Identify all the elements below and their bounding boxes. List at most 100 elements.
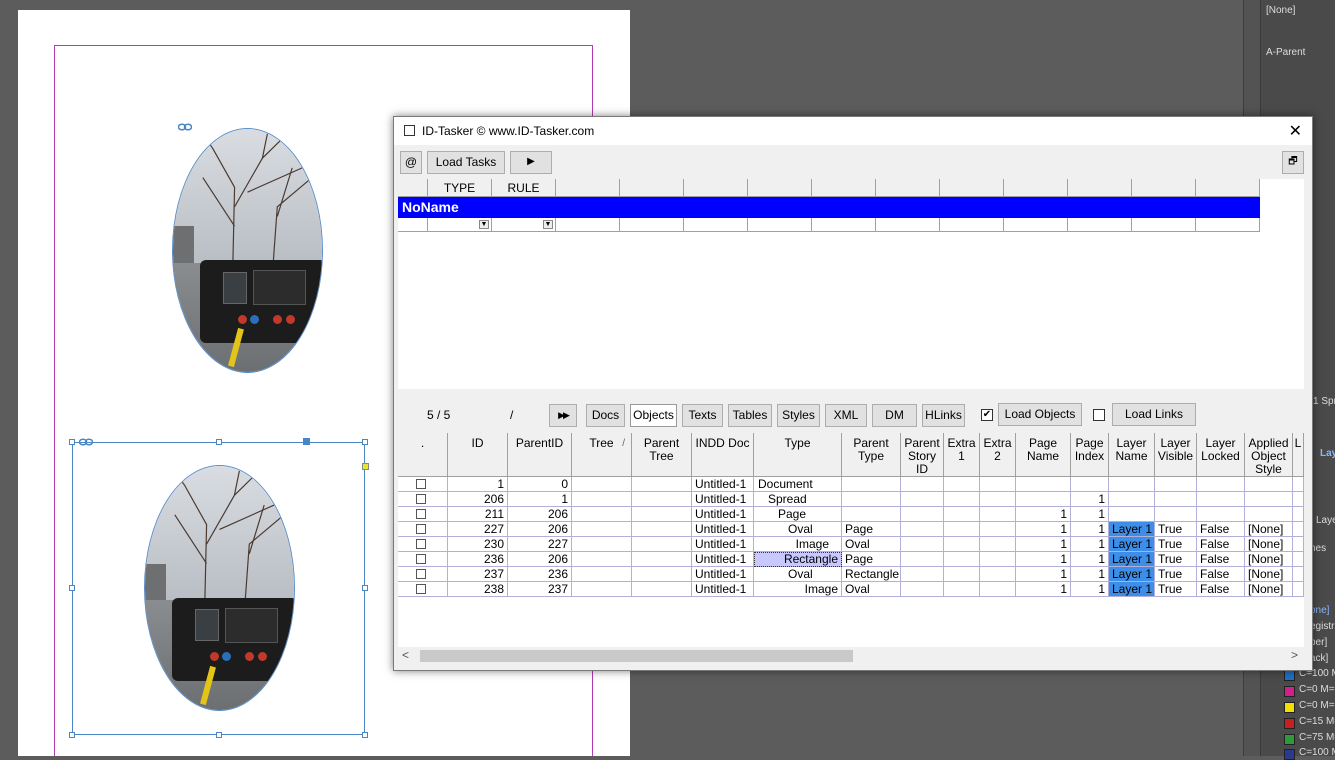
col-header-layer-visible[interactable]: Layer Visible	[1155, 433, 1197, 477]
col-header-indd-doc[interactable]: INDD Doc	[692, 433, 754, 477]
table-cell[interactable]	[901, 477, 944, 492]
task-cell[interactable]	[1196, 218, 1260, 232]
table-cell[interactable]: 1	[1016, 507, 1071, 522]
table-cell[interactable]	[944, 477, 980, 492]
table-cell[interactable]	[572, 507, 632, 522]
table-cell[interactable]: True	[1155, 582, 1197, 597]
row-checkbox-cell[interactable]	[398, 582, 448, 597]
table-cell[interactable]	[1293, 537, 1304, 552]
table-cell[interactable]: Image	[754, 537, 842, 552]
task-grid-header[interactable]: TYPE	[428, 179, 492, 197]
table-cell[interactable]	[842, 492, 901, 507]
table-cell[interactable]: Untitled-1	[692, 582, 754, 597]
scroll-left-icon[interactable]: <	[402, 648, 409, 662]
table-cell[interactable]	[632, 507, 692, 522]
col-header-parent-story-id[interactable]: Parent Story ID	[901, 433, 944, 477]
at-button[interactable]: @	[400, 151, 422, 174]
task-cell[interactable]	[1068, 218, 1132, 232]
table-cell[interactable]: False	[1197, 522, 1245, 537]
table-cell[interactable]: 1	[1071, 537, 1109, 552]
task-grid-header[interactable]	[876, 179, 940, 197]
oval-image-frame-bottom[interactable]	[144, 465, 295, 711]
table-cell[interactable]	[632, 522, 692, 537]
task-grid[interactable]: TYPE RULE NoName ▼ ▼	[398, 179, 1304, 389]
table-cell[interactable]	[1293, 492, 1304, 507]
swatch-label[interactable]: C=0 M=	[1299, 700, 1335, 711]
table-cell[interactable]: True	[1155, 537, 1197, 552]
table-cell[interactable]	[1245, 507, 1293, 522]
table-cell[interactable]	[1155, 492, 1197, 507]
col-header-select[interactable]: .	[398, 433, 448, 477]
table-cell[interactable]: Oval	[842, 582, 901, 597]
table-cell[interactable]: [None]	[1245, 537, 1293, 552]
table-cell[interactable]	[1155, 477, 1197, 492]
table-cell[interactable]	[980, 582, 1016, 597]
table-cell[interactable]	[901, 522, 944, 537]
table-cell[interactable]	[944, 522, 980, 537]
table-cell[interactable]: 1	[508, 492, 572, 507]
table-cell[interactable]	[1293, 582, 1304, 597]
table-cell[interactable]: Page	[842, 552, 901, 567]
row-checkbox[interactable]	[416, 539, 426, 549]
table-cell[interactable]: False	[1197, 537, 1245, 552]
table-cell[interactable]	[572, 492, 632, 507]
load-objects-checkbox[interactable]: ✔	[981, 409, 993, 421]
objects-grid[interactable]: . ID ParentID Tree / Parent Tree INDD Doc…	[398, 433, 1304, 663]
task-cell[interactable]	[556, 218, 620, 232]
table-cell[interactable]	[1071, 477, 1109, 492]
task-grid-header[interactable]	[812, 179, 876, 197]
task-grid-header[interactable]	[620, 179, 684, 197]
swatch-label[interactable]: C=0 M=	[1299, 684, 1335, 695]
table-cell[interactable]	[1197, 477, 1245, 492]
table-cell[interactable]: 237	[448, 567, 508, 582]
table-cell[interactable]: 236	[448, 552, 508, 567]
table-cell[interactable]: Rectangle	[754, 552, 842, 567]
table-cell[interactable]: 237	[508, 582, 572, 597]
swatch-label[interactable]: C=15 M=	[1299, 716, 1335, 727]
table-cell[interactable]: Oval	[842, 537, 901, 552]
table-cell[interactable]: 1	[1071, 522, 1109, 537]
task-grid-header[interactable]	[1196, 179, 1260, 197]
table-cell[interactable]: 1	[1071, 582, 1109, 597]
task-grid-header[interactable]	[398, 179, 428, 197]
table-cell[interactable]	[1245, 492, 1293, 507]
task-cell[interactable]	[1004, 218, 1068, 232]
link-icon[interactable]	[178, 123, 192, 131]
frame-handle[interactable]	[69, 732, 75, 738]
link-icon[interactable]	[79, 438, 93, 446]
table-cell[interactable]	[1109, 507, 1155, 522]
table-cell[interactable]: 1	[1016, 537, 1071, 552]
table-cell[interactable]	[842, 477, 901, 492]
frame-handle[interactable]	[69, 439, 75, 445]
color-swatch[interactable]	[1284, 749, 1295, 760]
table-cell[interactable]: Page	[754, 507, 842, 522]
load-objects-button[interactable]: Load Objects	[998, 403, 1082, 426]
close-button[interactable]: ✕	[1289, 121, 1302, 141]
table-cell[interactable]	[1293, 567, 1304, 582]
table-cell[interactable]: 236	[508, 567, 572, 582]
task-cell[interactable]	[876, 218, 940, 232]
rule-dropdown[interactable]: ▼	[492, 218, 556, 232]
table-cell[interactable]: Page	[842, 522, 901, 537]
table-cell[interactable]: Untitled-1	[692, 552, 754, 567]
fast-forward-button[interactable]: ▶▶	[549, 404, 577, 427]
swatch-label[interactable]: C=100 M=	[1299, 747, 1335, 758]
table-cell[interactable]: Untitled-1	[692, 522, 754, 537]
task-cell[interactable]	[684, 218, 748, 232]
col-header-id[interactable]: ID	[448, 433, 508, 477]
row-checkbox[interactable]	[416, 494, 426, 504]
tab-styles[interactable]: Styles	[777, 404, 820, 427]
table-cell[interactable]	[1197, 507, 1245, 522]
table-cell[interactable]	[1197, 492, 1245, 507]
table-cell[interactable]	[1293, 477, 1304, 492]
table-cell[interactable]	[901, 552, 944, 567]
table-cell[interactable]: 1	[1016, 582, 1071, 597]
table-cell[interactable]: Document	[754, 477, 842, 492]
table-cell[interactable]: True	[1155, 522, 1197, 537]
col-header-applied-object-style[interactable]: Applied Object Style	[1245, 433, 1293, 477]
task-grid-header[interactable]	[556, 179, 620, 197]
frame-handle[interactable]	[216, 732, 222, 738]
table-cell[interactable]: False	[1197, 567, 1245, 582]
row-checkbox[interactable]	[416, 509, 426, 519]
load-links-button[interactable]: Load Links	[1112, 403, 1196, 426]
